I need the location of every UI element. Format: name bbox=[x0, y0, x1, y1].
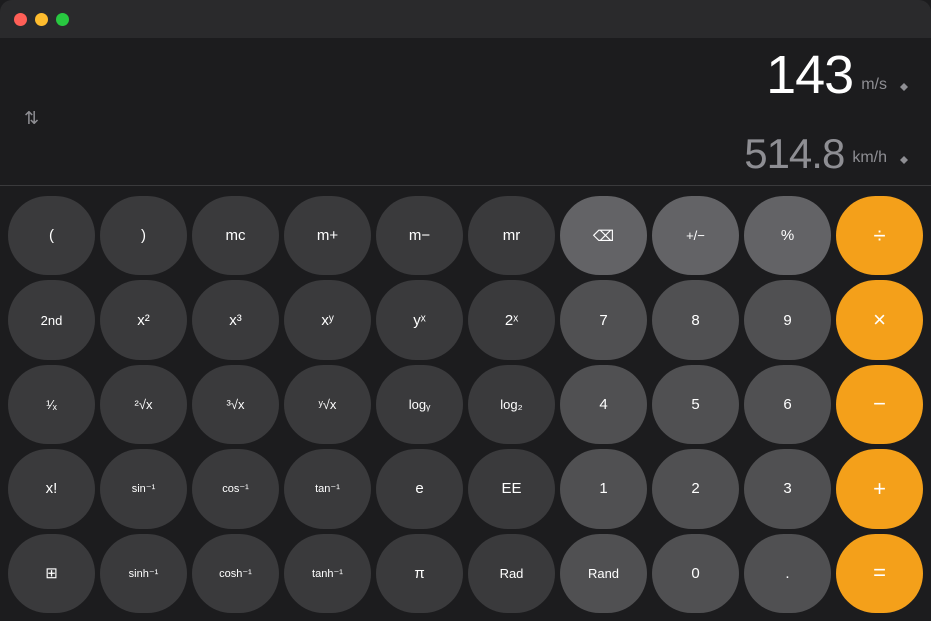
secondary-value: 514.8 bbox=[744, 133, 844, 175]
btn-_-button[interactable]: ⊞ bbox=[8, 534, 95, 613]
btn-_-button[interactable]: × bbox=[836, 280, 923, 359]
btn-__x-button[interactable]: ²√x bbox=[100, 365, 187, 444]
btn-_-button[interactable]: ) bbox=[100, 196, 187, 275]
btn-Rad-button[interactable]: Rad bbox=[468, 534, 555, 613]
btn-0-button[interactable]: 0 bbox=[652, 534, 739, 613]
primary-value: 143 bbox=[766, 48, 853, 102]
btn-EE-button[interactable]: EE bbox=[468, 449, 555, 528]
btn-mr-button[interactable]: mr bbox=[468, 196, 555, 275]
btn-2-button[interactable]: 2 bbox=[652, 449, 739, 528]
btn-tan__-button[interactable]: tan⁻¹ bbox=[284, 449, 371, 528]
btn-_-button[interactable]: + bbox=[836, 449, 923, 528]
btn-2_-button[interactable]: 2ˣ bbox=[468, 280, 555, 359]
btn-_-button[interactable]: − bbox=[836, 365, 923, 444]
button-row-4: ⊞sinh⁻¹cosh⁻¹tanh⁻¹πRadRand0.= bbox=[8, 534, 923, 613]
primary-unit-stepper[interactable] bbox=[895, 78, 913, 96]
btn-___-button[interactable]: ¹⁄ₓ bbox=[8, 365, 95, 444]
btn-7-button[interactable]: 7 bbox=[560, 280, 647, 359]
btn-1-button[interactable]: 1 bbox=[560, 449, 647, 528]
btn-_-button[interactable]: ÷ bbox=[836, 196, 923, 275]
secondary-unit-stepper[interactable] bbox=[895, 151, 913, 169]
button-row-0: ()mcm+m−mr⌫+/−%÷ bbox=[8, 196, 923, 275]
btn-5-button[interactable]: 5 bbox=[652, 365, 739, 444]
btn-9-button[interactable]: 9 bbox=[744, 280, 831, 359]
divider bbox=[0, 185, 931, 186]
btn-_-button[interactable]: . bbox=[744, 534, 831, 613]
buttons-area: ()mcm+m−mr⌫+/−%÷2ndx²x³xʸyˣ2ˣ789×¹⁄ₓ²√x³… bbox=[0, 190, 931, 621]
btn-mc-button[interactable]: mc bbox=[192, 196, 279, 275]
btn-m_-button[interactable]: m− bbox=[376, 196, 463, 275]
btn-_-button[interactable]: % bbox=[744, 196, 831, 275]
btn-2nd-button[interactable]: 2nd bbox=[8, 280, 95, 359]
btn-log_-button[interactable]: log₂ bbox=[468, 365, 555, 444]
btn-x_-button[interactable]: x² bbox=[100, 280, 187, 359]
primary-display-row: 143 m/s bbox=[18, 48, 913, 102]
title-bar bbox=[0, 0, 931, 38]
btn-cos__-button[interactable]: cos⁻¹ bbox=[192, 449, 279, 528]
btn-m_-button[interactable]: m+ bbox=[284, 196, 371, 275]
btn-6-button[interactable]: 6 bbox=[744, 365, 831, 444]
btn-x_-button[interactable]: x³ bbox=[192, 280, 279, 359]
btn-y_-button[interactable]: yˣ bbox=[376, 280, 463, 359]
btn-e-button[interactable]: e bbox=[376, 449, 463, 528]
btn-x_-button[interactable]: x! bbox=[8, 449, 95, 528]
btn-__x-button[interactable]: ʸ√x bbox=[284, 365, 371, 444]
btn-tanh__-button[interactable]: tanh⁻¹ bbox=[284, 534, 371, 613]
secondary-unit: km/h bbox=[852, 149, 887, 167]
btn-sinh__-button[interactable]: sinh⁻¹ bbox=[100, 534, 187, 613]
maximize-button[interactable] bbox=[56, 13, 69, 26]
btn-3-button[interactable]: 3 bbox=[744, 449, 831, 528]
btn-__x-button[interactable]: ³√x bbox=[192, 365, 279, 444]
secondary-display-row: 514.8 km/h bbox=[18, 133, 913, 175]
btn-x_-button[interactable]: xʸ bbox=[284, 280, 371, 359]
display-area: 143 m/s ⇅ 514.8 km/h bbox=[0, 38, 931, 185]
minimize-button[interactable] bbox=[35, 13, 48, 26]
swap-icon[interactable]: ⇅ bbox=[24, 108, 39, 129]
button-row-2: ¹⁄ₓ²√x³√xʸ√xlogᵧlog₂456− bbox=[8, 365, 923, 444]
btn-_-button[interactable]: ( bbox=[8, 196, 95, 275]
btn-8-button[interactable]: 8 bbox=[652, 280, 739, 359]
btn-4-button[interactable]: 4 bbox=[560, 365, 647, 444]
button-row-1: 2ndx²x³xʸyˣ2ˣ789× bbox=[8, 280, 923, 359]
btn-log_-button[interactable]: logᵧ bbox=[376, 365, 463, 444]
btn-cosh__-button[interactable]: cosh⁻¹ bbox=[192, 534, 279, 613]
btn-Rand-button[interactable]: Rand bbox=[560, 534, 647, 613]
close-button[interactable] bbox=[14, 13, 27, 26]
sort-icon-row: ⇅ bbox=[18, 106, 913, 133]
btn-sin__-button[interactable]: sin⁻¹ bbox=[100, 449, 187, 528]
btn-___-button[interactable]: +/− bbox=[652, 196, 739, 275]
button-row-3: x!sin⁻¹cos⁻¹tan⁻¹eEE123+ bbox=[8, 449, 923, 528]
btn-_-button[interactable]: π bbox=[376, 534, 463, 613]
btn-_-button[interactable]: = bbox=[836, 534, 923, 613]
btn-_-button[interactable]: ⌫ bbox=[560, 196, 647, 275]
primary-unit: m/s bbox=[861, 76, 887, 94]
